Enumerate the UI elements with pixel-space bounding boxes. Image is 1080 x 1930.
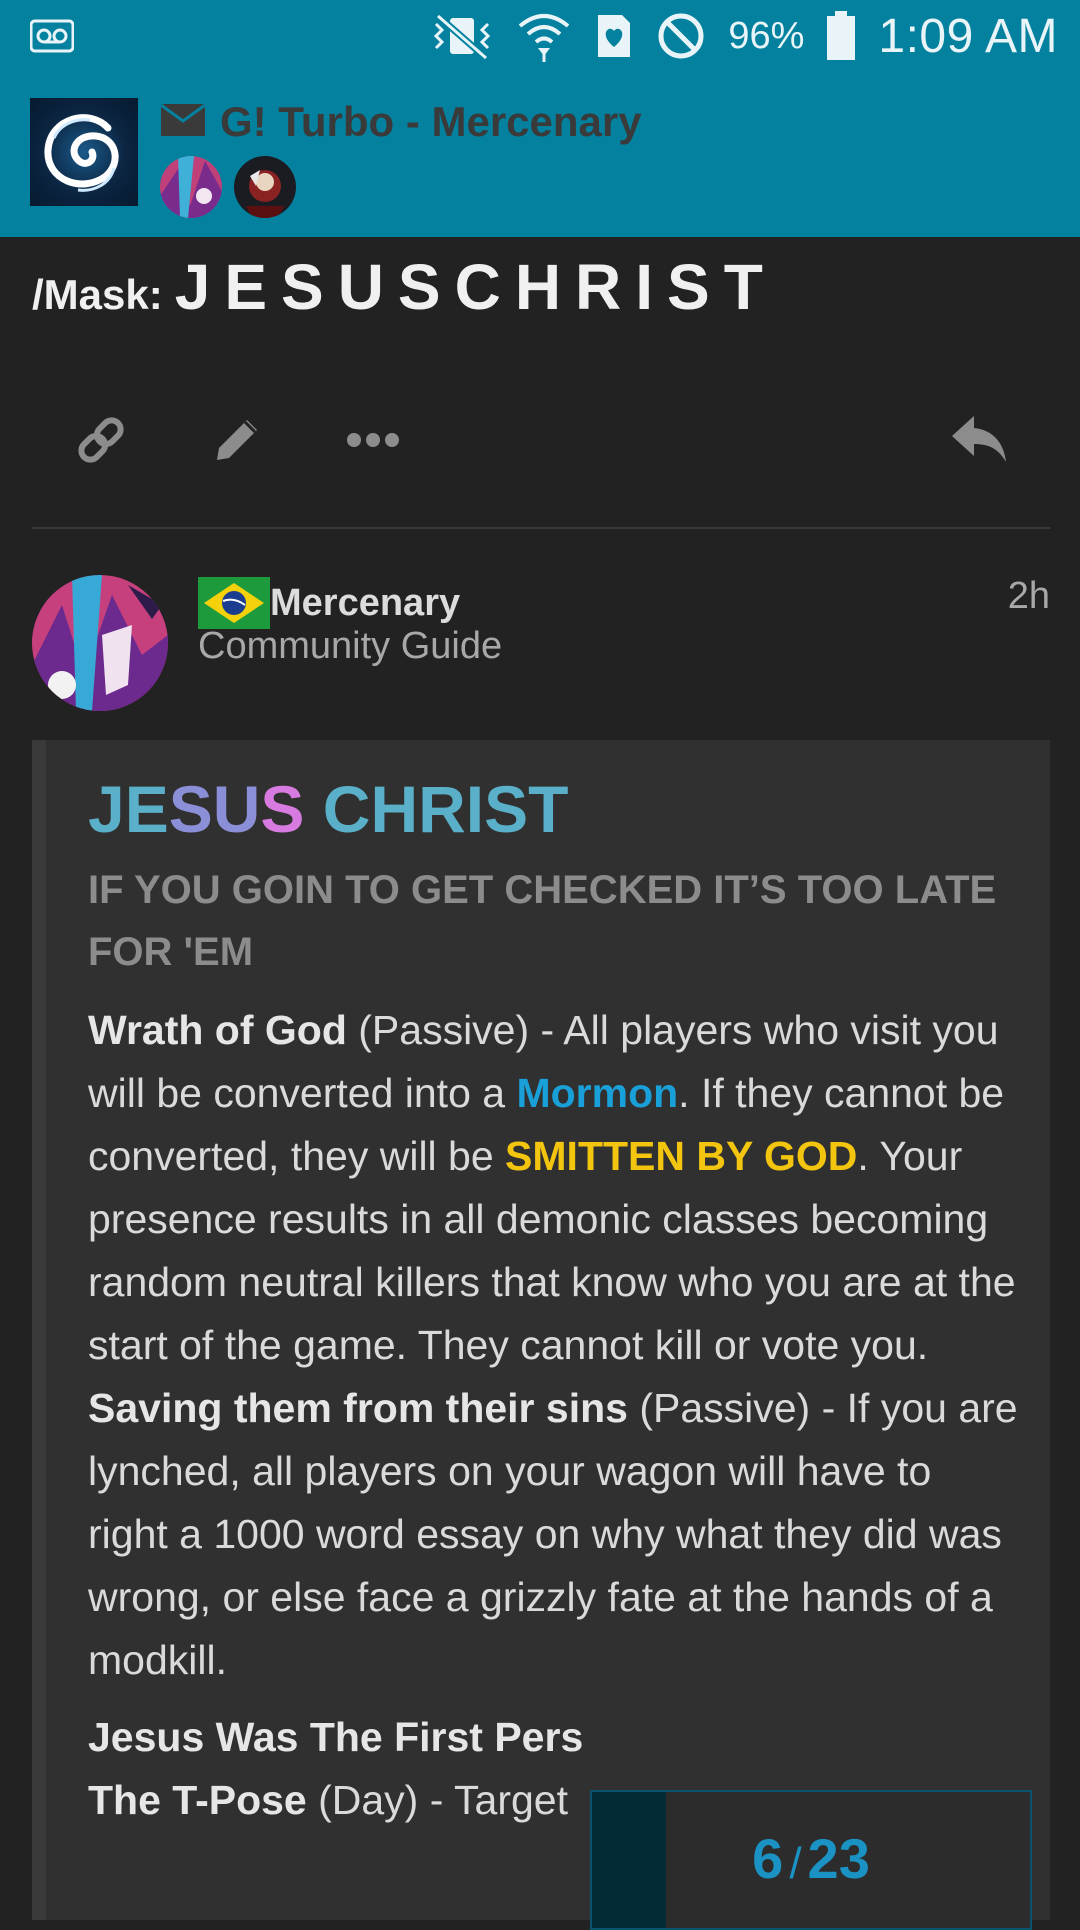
progress-total: 23 bbox=[807, 1827, 870, 1890]
role-title-part: S bbox=[260, 772, 305, 846]
link-icon[interactable] bbox=[66, 405, 136, 475]
ability-wrath-of-god: Wrath of God (Passive) - All players who… bbox=[88, 999, 1018, 1377]
health-icon bbox=[594, 13, 634, 59]
brazil-flag-icon bbox=[198, 577, 270, 629]
post-header: Mercenary Community Guide 2h bbox=[32, 575, 1050, 715]
wifi-icon bbox=[516, 10, 572, 62]
envelope-icon bbox=[160, 103, 206, 142]
mask-line: /Mask: JESUSCHRIST bbox=[32, 250, 777, 324]
mask-label: /Mask: bbox=[32, 271, 163, 318]
progress-counter: 6/23 bbox=[592, 1826, 1030, 1891]
ability-name: Jesus Was The First Pers bbox=[88, 1714, 584, 1761]
participant-avatars bbox=[160, 156, 296, 218]
progress-current: 6 bbox=[752, 1827, 784, 1890]
quoted-role-card: JESUS CHRIST IF YOU GOIN TO GET CHECKED … bbox=[32, 740, 1050, 1920]
battery-icon bbox=[826, 11, 856, 61]
post-actions bbox=[32, 395, 1050, 485]
role-title: JESUS CHRIST bbox=[88, 770, 1018, 849]
mask-value: JESUSCHRIST bbox=[174, 251, 777, 323]
participant-avatar[interactable] bbox=[234, 156, 296, 218]
mute-vibrate-icon bbox=[430, 12, 494, 60]
divider bbox=[32, 527, 1050, 529]
mormon-link[interactable]: Mormon bbox=[516, 1070, 678, 1116]
topic-title[interactable]: G! Turbo - Mercenary bbox=[220, 98, 642, 146]
do-not-disturb-icon bbox=[656, 11, 706, 61]
avatar[interactable] bbox=[32, 575, 168, 711]
site-logo[interactable] bbox=[30, 98, 138, 206]
post-username[interactable]: Mercenary bbox=[270, 582, 460, 625]
role-description: Wrath of God (Passive) - All players who… bbox=[88, 999, 1018, 1832]
progress-separator: / bbox=[789, 1839, 802, 1888]
voicemail-icon bbox=[30, 18, 74, 54]
role-title-part: CHRIST bbox=[304, 772, 569, 846]
topic-header: G! Turbo - Mercenary bbox=[0, 72, 1080, 237]
ability-saving-them: Saving them from their sins (Passive) - … bbox=[88, 1377, 1018, 1692]
clock: 1:09 AM bbox=[878, 9, 1058, 63]
role-title-part: SU bbox=[168, 772, 261, 846]
ability-name: The T-Pose bbox=[88, 1777, 307, 1824]
topic-progress[interactable]: 6/23 bbox=[590, 1790, 1032, 1930]
status-bar: 96% 1:09 AM bbox=[0, 0, 1080, 72]
edit-pencil-icon[interactable] bbox=[202, 405, 272, 475]
reply-icon[interactable] bbox=[944, 405, 1014, 475]
user-title: Community Guide bbox=[198, 625, 503, 667]
ability-first-person: Jesus Was The First Pers bbox=[88, 1706, 1018, 1769]
participant-avatar[interactable] bbox=[160, 156, 222, 218]
role-flavor-text: IF YOU GOIN TO GET CHECKED IT’S TOO LATE… bbox=[88, 868, 997, 975]
ability-text: (Day) - Target bbox=[306, 1777, 568, 1824]
more-options-icon[interactable] bbox=[338, 405, 408, 475]
ability-name: Wrath of God bbox=[88, 1007, 347, 1054]
smitten-highlight: SMITTEN BY GOD bbox=[505, 1133, 858, 1180]
battery-percent: 96% bbox=[728, 14, 805, 57]
post-timestamp[interactable]: 2h bbox=[1008, 575, 1050, 618]
ability-name: Saving them from their sins bbox=[88, 1385, 628, 1432]
role-title-part: JE bbox=[88, 772, 169, 846]
